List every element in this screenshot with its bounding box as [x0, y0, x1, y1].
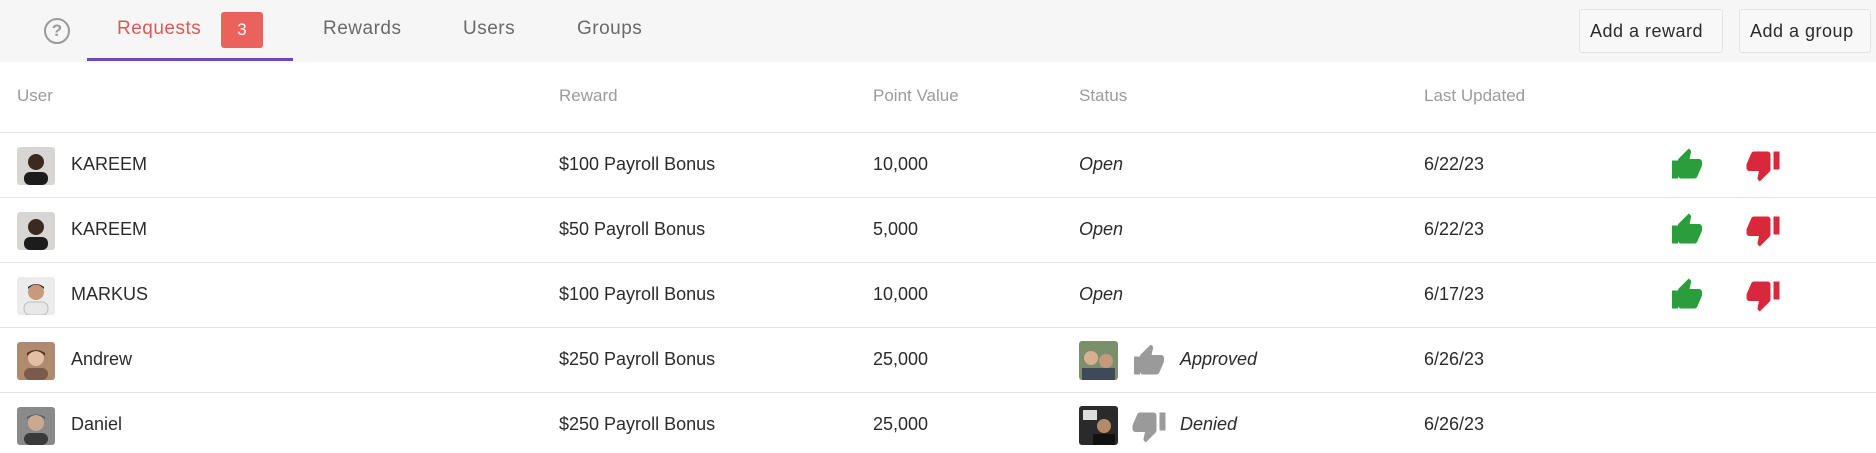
avatar: [17, 212, 55, 250]
add-reward-button[interactable]: Add a reward: [1579, 9, 1723, 53]
reward-name: $100 Payroll Bonus: [559, 154, 716, 174]
thumbs-down-icon[interactable]: [1745, 212, 1781, 248]
thumbs-down-icon[interactable]: [1745, 147, 1781, 183]
column-header-reward: Reward: [559, 86, 618, 105]
approver-avatar: [1079, 406, 1118, 445]
point-value: 25,000: [873, 414, 929, 434]
reward-name: $100 Payroll Bonus: [559, 284, 716, 304]
status-text: Denied: [1180, 414, 1238, 434]
status-text: Open: [1079, 154, 1124, 174]
last-updated: 6/22/23: [1424, 219, 1485, 239]
point-value: 10,000: [873, 284, 929, 304]
help-icon[interactable]: ?: [44, 18, 70, 44]
requests-count-badge: 3: [221, 12, 263, 48]
thumbs-up-icon: [1134, 344, 1164, 375]
thumbs-up-icon[interactable]: [1669, 212, 1705, 248]
point-value: 25,000: [873, 349, 929, 369]
table-row: KAREEM $100 Payroll Bonus 10,000 Open 6/…: [0, 133, 1876, 198]
avatar: [17, 277, 55, 315]
reward-name: $250 Payroll Bonus: [559, 414, 716, 434]
table-row: KAREEM $50 Payroll Bonus 5,000 Open 6/22…: [0, 198, 1876, 263]
user-name: Andrew: [71, 349, 133, 369]
status-text: Open: [1079, 284, 1124, 304]
avatar: [17, 147, 55, 185]
column-header-user: User: [17, 86, 53, 105]
tab-rewards[interactable]: Rewards: [323, 18, 401, 40]
tab-requests[interactable]: Requests: [117, 18, 201, 40]
table-row: Daniel $250 Payroll Bonus 25,000 Denied …: [0, 393, 1876, 453]
last-updated: 6/17/23: [1424, 284, 1485, 304]
user-name: KAREEM: [71, 219, 148, 239]
last-updated: 6/26/23: [1424, 349, 1485, 369]
user-name: Daniel: [71, 414, 123, 434]
reward-name: $50 Payroll Bonus: [559, 219, 706, 239]
table-row: MARKUS $100 Payroll Bonus 10,000 Open 6/…: [0, 263, 1876, 328]
last-updated: 6/26/23: [1424, 414, 1485, 434]
active-tab-indicator: [87, 58, 293, 61]
column-header-status: Status: [1079, 86, 1128, 105]
tab-users[interactable]: Users: [463, 18, 515, 40]
status-text: Approved: [1180, 349, 1258, 369]
point-value: 10,000: [873, 154, 929, 174]
column-header-last-updated: Last Updated: [1424, 86, 1526, 105]
column-header-point-value: Point Value: [873, 86, 959, 105]
thumbs-up-icon[interactable]: [1669, 277, 1705, 313]
user-name: KAREEM: [71, 154, 148, 174]
tab-groups[interactable]: Groups: [577, 18, 642, 40]
user-name: MARKUS: [71, 284, 149, 304]
add-group-button[interactable]: Add a group: [1739, 9, 1871, 53]
top-nav: ? Requests 3 Rewards Users Groups Add a …: [0, 0, 1876, 62]
status-text: Open: [1079, 219, 1124, 239]
reward-name: $250 Payroll Bonus: [559, 349, 716, 369]
thumbs-up-icon[interactable]: [1669, 147, 1705, 183]
last-updated: 6/22/23: [1424, 154, 1485, 174]
approver-avatar: [1079, 341, 1118, 380]
avatar: [17, 407, 55, 445]
table-row: Andrew $250 Payroll Bonus 25,000 Approve…: [0, 328, 1876, 393]
avatar: [17, 342, 55, 380]
point-value: 5,000: [873, 219, 919, 239]
thumbs-down-icon[interactable]: [1745, 277, 1781, 313]
thumbs-down-icon: [1132, 412, 1166, 443]
